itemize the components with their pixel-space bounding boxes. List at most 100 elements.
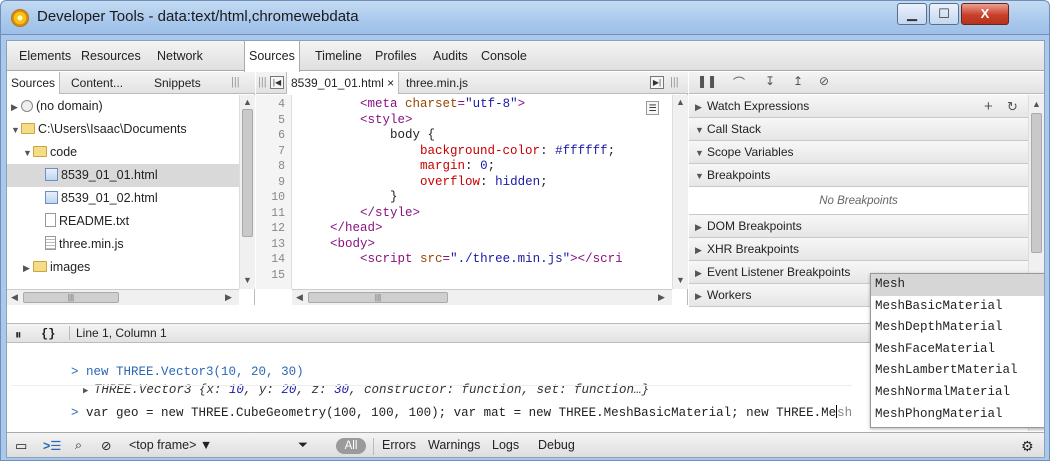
tab-navigator-sources[interactable]: Sources [7,72,61,94]
tree-item-8539-01-02[interactable]: 8539_01_02.html [7,187,239,210]
section-dom-breakpoints[interactable]: ▶ DOM Breakpoints [689,215,1028,238]
line-number[interactable]: 12 [271,221,285,236]
tab-console[interactable]: Console [477,41,531,71]
console-result-line[interactable]: ▶ THREE.Vector3 {x: 10, y: 20, z: 30, co… [23,363,649,397]
tab-file-three-min-js[interactable]: three.min.js [402,72,472,94]
filter-warnings[interactable]: Warnings [428,438,480,452]
autocomplete-item[interactable]: MeshDepthMaterial [871,317,1044,339]
tab-sources[interactable]: Sources [244,41,300,72]
step-into-icon[interactable]: ↧ [765,74,775,88]
pane-divider-grip[interactable]: ||| [231,76,240,88]
scroll-up-arrow-icon[interactable]: ▲ [676,97,685,107]
pretty-print-button[interactable]: {} [41,327,55,341]
line-number[interactable]: 15 [271,268,285,283]
expand-arrow-icon[interactable]: ▶ [23,257,33,279]
line-number[interactable]: 13 [271,237,285,252]
console-toggle-icon[interactable]: >☰ [43,438,62,453]
filter-icon[interactable]: ⏷ [298,438,308,453]
pause-on-exceptions-icon[interactable]: ⏸ [15,327,22,343]
scroll-left-arrow-icon[interactable]: ◀ [11,292,18,303]
code-line[interactable]: overflow: hidden; [300,175,548,190]
line-number[interactable]: 4 [278,97,285,112]
autocomplete-item[interactable]: MeshNormalMaterial [871,382,1044,404]
editor-scrollbar[interactable]: ▲ ▼ [672,95,688,289]
scroll-thumb[interactable] [1031,113,1042,253]
section-watch-expressions[interactable]: ▶ Watch Expressions + ↻ [689,95,1028,118]
search-icon[interactable]: ⌕ [75,438,82,453]
section-breakpoints[interactable]: ▼ Breakpoints [689,164,1028,187]
tab-network[interactable]: Network [153,41,207,71]
autocomplete-popup[interactable]: Mesh MeshBasicMaterial MeshDepthMaterial… [870,273,1044,428]
scroll-up-arrow-icon[interactable]: ▲ [243,97,252,107]
tree-item-no-domain[interactable]: ▶ (no domain) [7,95,239,118]
close-button[interactable]: X [961,3,1009,25]
step-out-icon[interactable]: ↥ [793,74,803,88]
code-line[interactable]: <meta charset="utf-8"> [300,97,525,112]
code-line[interactable]: <script src="./three.min.js"></scri [300,252,623,267]
toggle-navigator-icon[interactable]: |◀ [270,76,284,89]
code-line[interactable]: </style> [300,206,420,221]
autocomplete-item[interactable]: MeshFaceMaterial [871,339,1044,361]
section-scope-variables[interactable]: ▼ Scope Variables [689,141,1028,164]
settings-gear-icon[interactable]: ⚙ [1021,438,1034,455]
tab-navigator-content[interactable]: Content... [67,72,127,94]
tab-audits[interactable]: Audits [429,41,472,71]
filter-logs[interactable]: Logs [492,438,519,452]
line-number[interactable]: 11 [271,206,285,221]
code-line[interactable]: </head> [300,221,383,236]
pause-icon[interactable]: ❚❚ [697,74,717,88]
expand-arrow-icon[interactable]: ▶ [695,285,707,306]
code-line[interactable]: background-color: #ffffff; [300,144,615,159]
collapse-arrow-icon[interactable]: ▼ [11,119,21,141]
dock-icon[interactable]: ▭ [15,438,27,454]
console-input-text[interactable]: var geo = new THREE.CubeGeometry(100, 10… [86,406,836,420]
minimize-button[interactable]: ▁ [897,3,927,25]
clear-console-icon[interactable]: ⊘ [101,438,111,453]
scroll-thumb[interactable] [242,109,253,237]
code-line[interactable]: } [300,190,398,205]
expand-arrow-icon[interactable]: ▶ [11,96,21,118]
code-line[interactable]: <style> [300,113,413,128]
pane-divider-grip[interactable]: ||| [258,76,267,88]
navigator-hscrollbar[interactable]: ◀ ||| ▶ [7,289,239,305]
step-over-icon[interactable]: ⌒ [733,74,745,91]
tab-timeline[interactable]: Timeline [311,41,366,71]
collapse-arrow-icon[interactable]: ▼ [695,142,707,163]
maximize-button[interactable]: ☐ [929,3,959,25]
code-line[interactable]: body { [300,128,435,143]
scroll-down-arrow-icon[interactable]: ▼ [243,275,252,285]
autocomplete-item[interactable]: MeshBasicMaterial [871,296,1044,318]
hscroll-thumb[interactable]: ||| [23,292,119,303]
line-number[interactable]: 9 [278,175,285,190]
scroll-left-arrow-icon[interactable]: ◀ [296,292,303,303]
section-call-stack[interactable]: ▼ Call Stack [689,118,1028,141]
scroll-up-arrow-icon[interactable]: ▲ [1032,99,1041,109]
line-number[interactable]: 14 [271,252,285,267]
tab-navigator-snippets[interactable]: Snippets [150,72,205,94]
scroll-right-arrow-icon[interactable]: ▶ [225,292,232,303]
autocomplete-item[interactable]: MeshPhongMaterial [871,404,1044,426]
code-line[interactable]: <body> [300,237,375,252]
scroll-right-arrow-icon[interactable]: ▶ [658,292,665,303]
console-input-line[interactable]: > var geo = new THREE.CubeGeometry(100, … [11,385,853,420]
code-line[interactable]: margin: 0; [300,159,495,174]
expand-arrow-icon[interactable]: ▶ [695,239,707,260]
filter-errors[interactable]: Errors [382,438,416,452]
tree-item-images[interactable]: ▶ images [7,256,239,279]
collapse-arrow-icon[interactable]: ▼ [695,119,707,140]
add-watch-icon[interactable]: + [984,95,993,117]
tab-profiles[interactable]: Profiles [371,41,421,71]
line-number[interactable]: 5 [278,113,285,128]
tab-file-8539-01-01[interactable]: 8539_01_01.html × [286,72,400,94]
autocomplete-item[interactable]: MeshLambertMaterial [871,360,1044,382]
tree-item-three-min-js[interactable]: three.min.js [7,233,239,256]
line-number[interactable]: 6 [278,128,285,143]
filter-all-button[interactable]: All [336,438,366,454]
deactivate-breakpoints-icon[interactable]: ⊘ [819,74,829,88]
frame-selector[interactable]: <top frame> ▼ [129,438,212,452]
navigator-scrollbar[interactable]: ▲ ▼ [239,95,255,289]
collapse-arrow-icon[interactable]: ▼ [23,142,33,164]
hscroll-thumb[interactable]: ||| [308,292,448,303]
expand-arrow-icon[interactable]: ▶ [695,96,707,117]
refresh-icon[interactable]: ↻ [1007,95,1018,117]
